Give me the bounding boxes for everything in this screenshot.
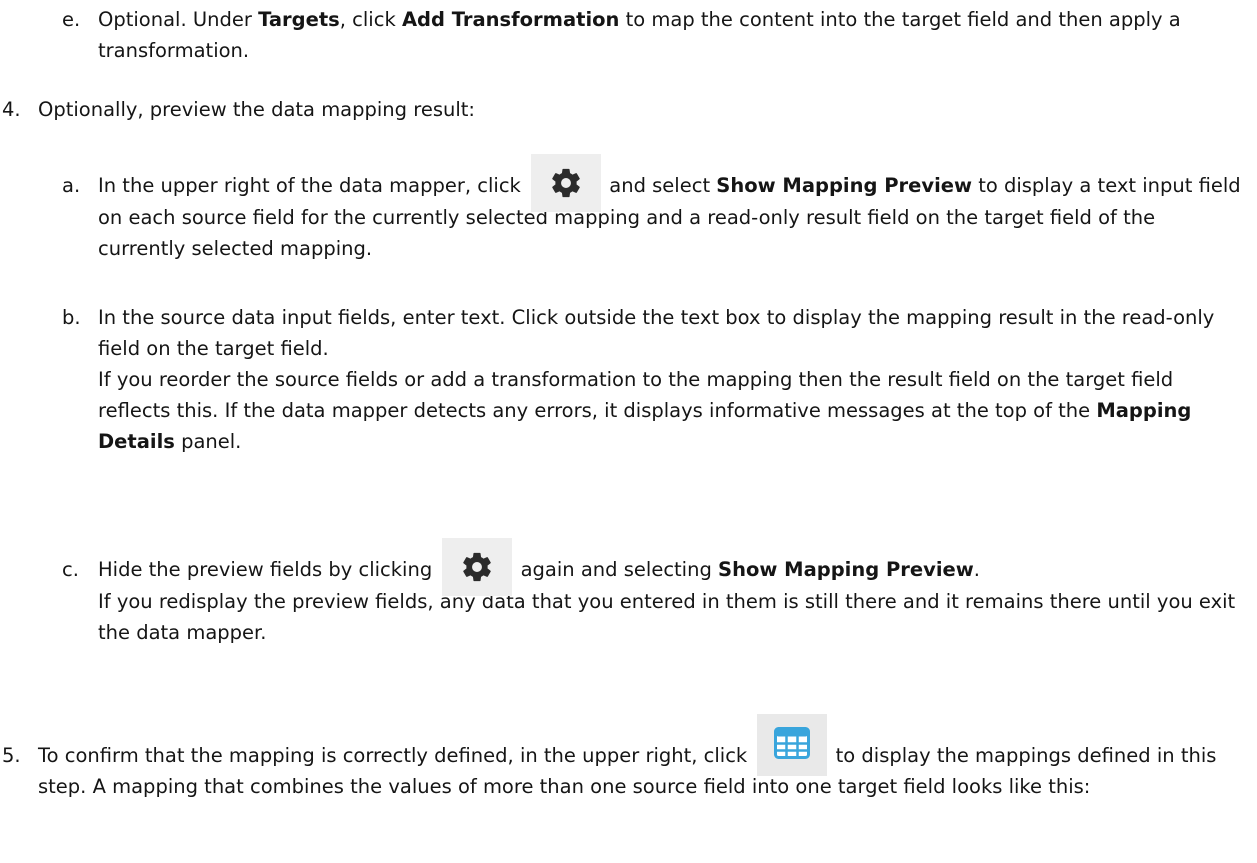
gear-icon: [442, 537, 513, 596]
ui-term-show-mapping-preview: Show Mapping Preview: [716, 174, 972, 197]
substep-e-text: Optional. Under Targets, click Add Trans…: [98, 8, 1181, 62]
step-5-text: To confirm that the mapping is correctly…: [38, 713, 1238, 802]
list-marker: a.: [62, 174, 81, 197]
list-marker: 4.: [2, 98, 21, 121]
gear-icon: [531, 153, 602, 212]
ui-term-targets: Targets: [258, 8, 340, 31]
document-page: e. Optional. Under Targets, click Add Tr…: [0, 0, 1257, 863]
step-4-text: Optionally, preview the data mapping res…: [38, 98, 475, 121]
list-marker: b.: [62, 306, 81, 329]
substep-4b-text: In the source data input fields, enter t…: [98, 306, 1215, 453]
substep-4a-text: In the upper right of the data mapper, c…: [98, 153, 1248, 264]
ui-term-add-transformation: Add Transformation: [401, 8, 620, 31]
table-grid-icon: [757, 713, 828, 776]
ui-term-show-mapping-preview: Show Mapping Preview: [718, 558, 974, 581]
list-marker: 5.: [2, 744, 21, 767]
list-marker: c.: [62, 558, 79, 581]
substep-4c-text: Hide the preview fields by clicking agai…: [98, 537, 1248, 648]
list-marker: e.: [62, 8, 81, 31]
